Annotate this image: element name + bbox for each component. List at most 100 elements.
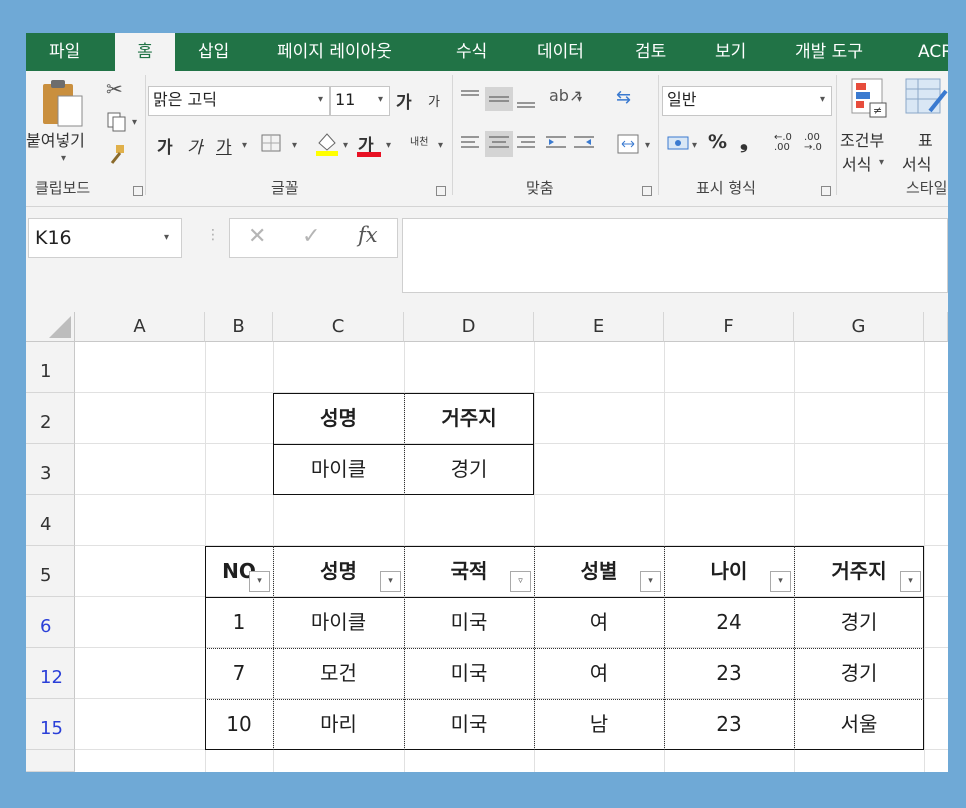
row-header-12[interactable]: 12 [26, 648, 75, 699]
cut-icon[interactable]: ✂ [106, 77, 123, 101]
tab-home[interactable]: 홈 [115, 33, 175, 71]
data-cell[interactable]: 마리 [273, 699, 404, 750]
formula-input[interactable] [402, 218, 948, 293]
borders-icon[interactable] [260, 133, 282, 153]
tab-data[interactable]: 데이터 [537, 33, 584, 71]
copy-icon[interactable] [106, 111, 128, 133]
row-header-4[interactable]: 4 [26, 495, 75, 546]
font-color-dropdown-icon[interactable]: ▾ [386, 140, 391, 151]
filter-dropdown-icon[interactable]: ▾ [380, 571, 401, 592]
format-painter-icon[interactable] [106, 143, 128, 165]
shrink-font-button[interactable]: 가 [428, 91, 440, 110]
column-header-b[interactable]: B [205, 312, 273, 342]
tab-file[interactable]: 파일 [49, 33, 80, 71]
merge-center-icon[interactable] [616, 133, 640, 155]
format-as-table-label[interactable]: 표 [918, 127, 933, 151]
data-cell[interactable]: 미국 [404, 597, 534, 648]
increase-decimal-icon[interactable]: ←.0.00 [774, 133, 792, 153]
paste-dropdown-icon[interactable]: ▾ [61, 153, 66, 164]
criteria-value-cell[interactable]: 마이클 [273, 444, 404, 495]
criteria-value-cell[interactable]: 경기 [404, 444, 534, 495]
tab-developer[interactable]: 개발 도구 [795, 33, 863, 71]
name-box[interactable]: K16 [28, 218, 182, 258]
orientation-dropdown-icon[interactable]: ▾ [577, 94, 582, 105]
number-format-dropdown-icon[interactable]: ▾ [820, 94, 825, 105]
paste-icon[interactable] [40, 78, 86, 130]
font-name-dropdown-icon[interactable]: ▾ [318, 94, 323, 105]
copy-dropdown-icon[interactable]: ▾ [132, 117, 137, 128]
name-box-dropdown-icon[interactable]: ▾ [164, 232, 169, 243]
column-header-g[interactable]: G [794, 312, 924, 342]
filter-dropdown-icon[interactable]: ▾ [640, 571, 661, 592]
fill-color-dropdown-icon[interactable]: ▾ [343, 140, 348, 151]
format-as-table-label-2[interactable]: 서식 [902, 151, 931, 175]
tab-insert[interactable]: 삽입 [198, 33, 229, 71]
accounting-format-icon[interactable] [666, 133, 690, 155]
column-header-d[interactable]: D [404, 312, 534, 342]
paste-label[interactable]: 붙여넣기 [26, 127, 85, 151]
cancel-icon[interactable]: ✕ [248, 224, 266, 249]
tab-acrobat[interactable]: ACR [918, 33, 948, 71]
borders-dropdown-icon[interactable]: ▾ [292, 140, 297, 151]
data-cell[interactable]: 남 [534, 699, 664, 750]
font-size-dropdown-icon[interactable]: ▾ [378, 94, 383, 105]
column-header-c[interactable]: C [273, 312, 404, 342]
data-cell[interactable]: 23 [664, 648, 794, 699]
row-header-6[interactable]: 6 [26, 597, 75, 648]
vertical-align-icons[interactable] [458, 87, 548, 111]
data-cell[interactable]: 마이클 [273, 597, 404, 648]
clipboard-launcher-icon[interactable] [133, 186, 143, 196]
tab-view[interactable]: 보기 [715, 33, 746, 71]
underline-dropdown-icon[interactable]: ▾ [242, 140, 247, 151]
data-cell[interactable]: 경기 [794, 597, 924, 648]
data-cell[interactable]: 1 [205, 597, 273, 648]
filter-applied-icon[interactable]: ▿ [510, 571, 531, 592]
enter-icon[interactable]: ✓ [302, 224, 320, 249]
percent-style-button[interactable]: % [708, 131, 727, 153]
bold-button[interactable]: 가 [157, 133, 173, 158]
tab-review[interactable]: 검토 [635, 33, 666, 71]
font-launcher-icon[interactable] [436, 186, 446, 196]
filter-dropdown-icon[interactable]: ▾ [770, 571, 791, 592]
filter-dropdown-icon[interactable]: ▾ [249, 571, 270, 592]
data-cell[interactable]: 7 [205, 648, 273, 699]
data-cell[interactable]: 미국 [404, 648, 534, 699]
wrap-text-icon[interactable]: ⇆ [616, 87, 631, 108]
underline-button[interactable]: 가 [216, 133, 232, 158]
data-cell[interactable]: 10 [205, 699, 273, 750]
fill-color-icon[interactable] [314, 129, 340, 157]
format-as-table-icon[interactable] [904, 77, 948, 121]
row-header-2[interactable]: 2 [26, 393, 75, 444]
alignment-launcher-icon[interactable] [642, 186, 652, 196]
column-header-f[interactable]: F [664, 312, 794, 342]
number-format-select[interactable]: 일반 [662, 86, 832, 116]
data-cell[interactable]: 모건 [273, 648, 404, 699]
criteria-header-cell[interactable]: 성명 [273, 393, 404, 444]
decrease-decimal-icon[interactable]: .00 →.0 [804, 133, 822, 153]
filter-dropdown-icon[interactable]: ▾ [900, 571, 921, 592]
select-all-corner[interactable] [26, 312, 75, 342]
data-cell[interactable]: 서울 [794, 699, 924, 750]
grow-font-button[interactable]: 가 [396, 88, 412, 113]
horizontal-align-icons[interactable] [458, 131, 608, 157]
merge-dropdown-icon[interactable]: ▾ [645, 140, 650, 151]
conditional-formatting-dropdown-icon[interactable]: ▾ [879, 157, 884, 168]
data-cell[interactable]: 23 [664, 699, 794, 750]
data-cell[interactable]: 경기 [794, 648, 924, 699]
phonetic-dropdown-icon[interactable]: ▾ [438, 140, 443, 151]
conditional-formatting-label[interactable]: 조건부 [840, 127, 884, 151]
conditional-formatting-icon[interactable]: ≠ [850, 77, 892, 121]
column-header-a[interactable]: A [75, 312, 205, 342]
data-cell[interactable]: 여 [534, 597, 664, 648]
italic-button[interactable]: 가 [187, 133, 203, 158]
row-header-15[interactable]: 15 [26, 699, 75, 750]
comma-style-button[interactable]: ❟ [740, 129, 748, 153]
criteria-header-cell[interactable]: 거주지 [404, 393, 534, 444]
phonetic-guide-button[interactable]: 내천 [410, 133, 428, 148]
data-cell[interactable]: 미국 [404, 699, 534, 750]
row-header-1[interactable]: 1 [26, 342, 75, 393]
insert-function-icon[interactable]: fx [358, 223, 378, 247]
row-header-partial[interactable] [26, 750, 75, 772]
row-header-5[interactable]: 5 [26, 546, 75, 597]
data-cell[interactable]: 여 [534, 648, 664, 699]
